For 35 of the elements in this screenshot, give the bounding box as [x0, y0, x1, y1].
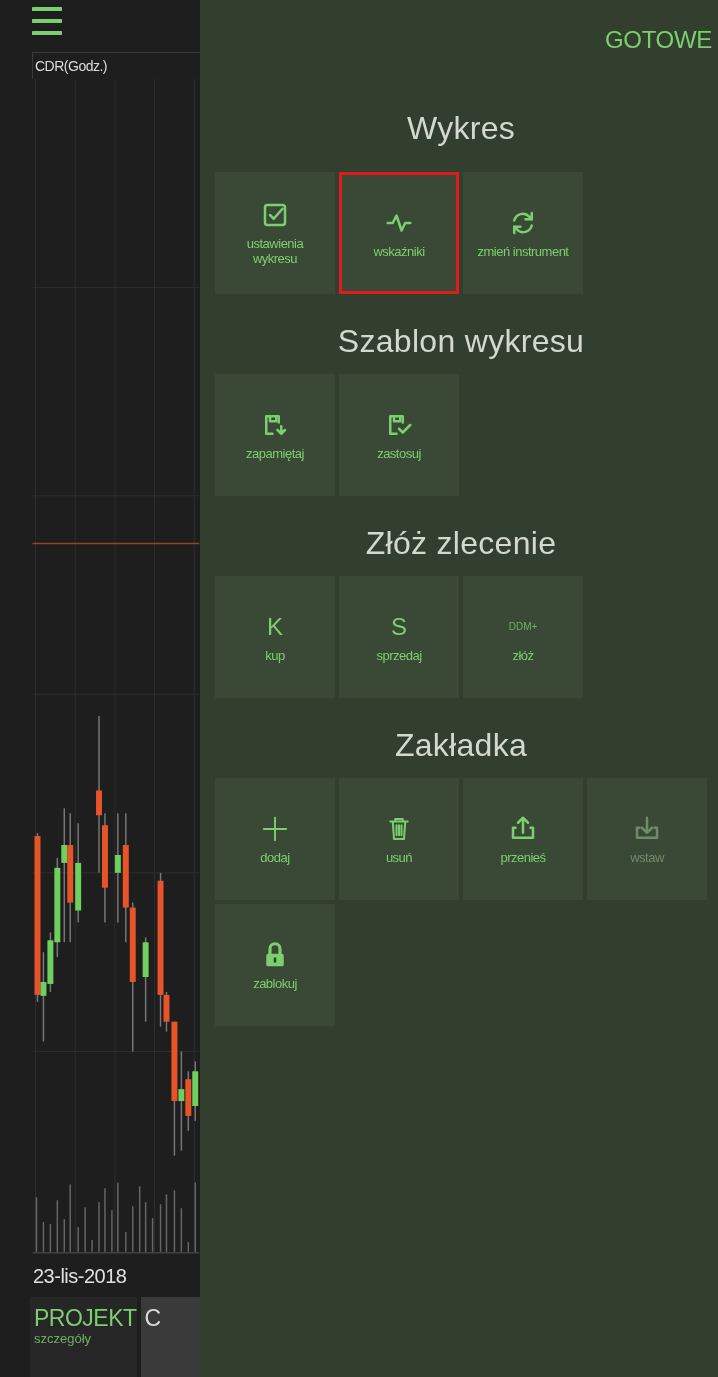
- volume-bar: [187, 1241, 190, 1254]
- section-title: Wykres: [406, 109, 516, 148]
- menu-icon[interactable]: [32, 6, 62, 36]
- volume-bar: [144, 1201, 147, 1254]
- volume-bar: [165, 1194, 168, 1254]
- menu-tile[interactable]: wskaźniki: [339, 172, 459, 294]
- menu-tile[interactable]: przenieś: [463, 778, 583, 900]
- volume-bar: [42, 1221, 45, 1254]
- volume-bar: [56, 1199, 59, 1254]
- chart-date: 23-lis-2018: [33, 1264, 127, 1290]
- section-title: Szablon wykresu: [337, 322, 585, 361]
- menu-tile[interactable]: usuń: [339, 778, 459, 900]
- done-button[interactable]: GOTOWE: [604, 22, 712, 58]
- menu-tile[interactable]: zastosuj: [339, 374, 459, 496]
- volume-bar: [159, 1203, 162, 1254]
- section-title: Złóż zlecenie: [365, 524, 557, 563]
- menu-tile[interactable]: dodaj: [215, 778, 335, 900]
- volume-bar: [49, 1223, 52, 1254]
- chart-title: CDR(Godz.): [35, 56, 107, 76]
- menu-tile[interactable]: zapamiętaj: [215, 374, 335, 496]
- menu-tile[interactable]: zablokuj: [215, 904, 335, 1026]
- volume-bar: [35, 1197, 38, 1254]
- menu-tile[interactable]: DDM+ złóż: [463, 576, 583, 698]
- volume-bar: [173, 1190, 176, 1254]
- volume-bar: [180, 1207, 183, 1254]
- volume-bar: [63, 1218, 66, 1254]
- menu-tile[interactable]: ustawienia wykresu: [215, 172, 335, 294]
- volume-bar: [138, 1186, 141, 1254]
- menu-tile[interactable]: K kup: [215, 576, 335, 698]
- menu-tile[interactable]: S sprzedaj: [339, 576, 459, 698]
- tab[interactable]: C: [140, 1297, 200, 1377]
- volume-bar: [151, 1217, 154, 1254]
- menu-tile[interactable]: zmień instrument: [463, 172, 583, 294]
- section-title: Zakładka: [394, 726, 528, 765]
- tab[interactable]: PROJEKT szczegóły: [30, 1297, 137, 1377]
